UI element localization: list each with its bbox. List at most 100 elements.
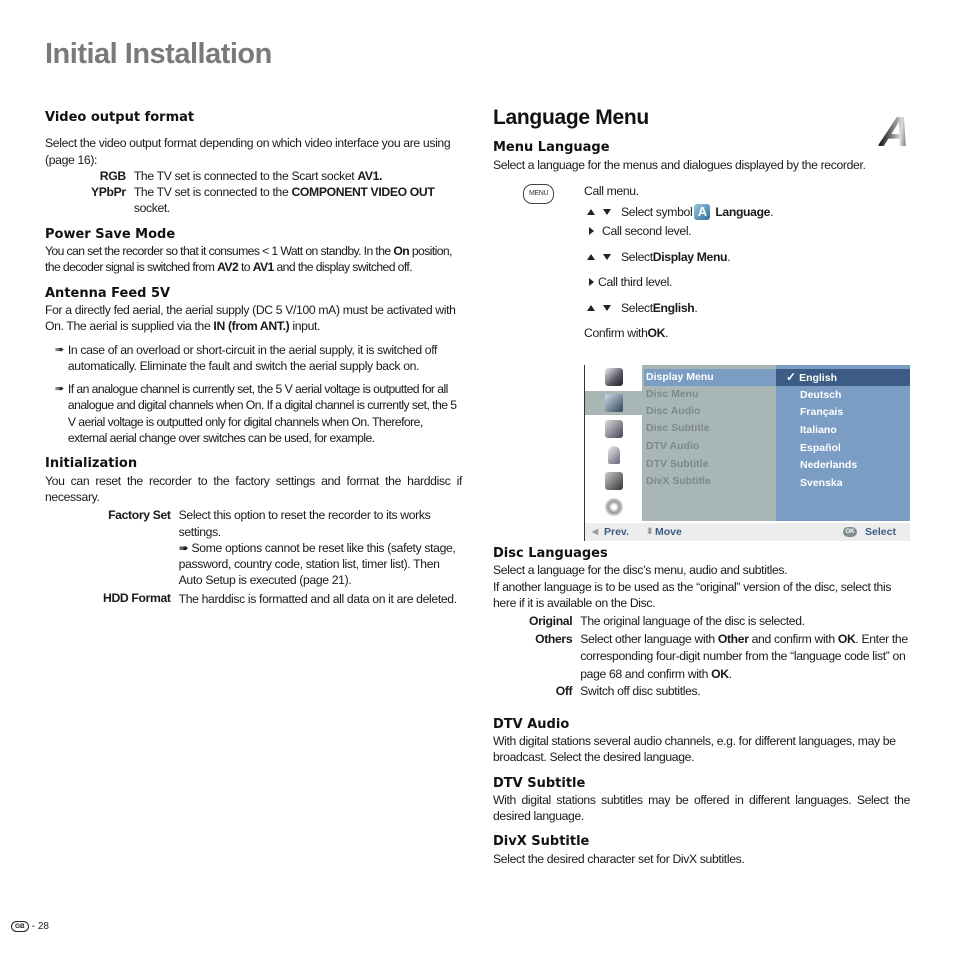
- dtv-audio-section: DTV Audio With digital stations several …: [493, 717, 910, 766]
- page-title: Initial Installation: [45, 38, 272, 70]
- osd-lang-francais[interactable]: Français: [776, 404, 910, 421]
- dtv-audio-text: With digital stations several audio chan…: [493, 733, 896, 765]
- osd-film-icon[interactable]: [585, 469, 642, 493]
- ypbpr-term: YPbPr: [91, 185, 126, 200]
- disc-languages-section: Disc Languages Select a language for the…: [493, 546, 910, 701]
- power-save-heading: Power Save Mode: [45, 226, 176, 242]
- antenna-heading: Antenna Feed 5V: [45, 285, 171, 301]
- country-badge: GB: [11, 921, 29, 932]
- others-desc: Select other language with Other and con…: [580, 631, 908, 681]
- step-call-third-level: Call third level.: [589, 272, 672, 292]
- dtv-subtitle-heading: DTV Subtitle: [493, 775, 586, 791]
- video-output-options: RGB The TV set is connected to the Scart…: [91, 168, 462, 217]
- arrow-down-icon: [603, 208, 611, 215]
- osd-language-menu: Display Menu Disc Menu Disc Audio Disc S…: [584, 365, 910, 541]
- arrow-up-icon: [587, 253, 595, 260]
- arrow-up-icon: [587, 208, 595, 215]
- osd-tv-icon[interactable]: [585, 365, 642, 389]
- arrow-right-icon: [589, 226, 594, 235]
- osd-lang-svenska[interactable]: Svenska: [776, 475, 910, 492]
- osd-disc-icon[interactable]: [585, 495, 642, 519]
- hdd-format-term: HDD Format: [103, 590, 171, 605]
- page-footer: GB - 28: [11, 921, 49, 932]
- step-select-display-menu: Select Display Menu.: [587, 247, 731, 267]
- menu-language-section: Menu Language Select a language for the …: [493, 140, 910, 343]
- dtv-audio-heading: DTV Audio: [493, 716, 570, 732]
- osd-icon-column: [585, 365, 642, 521]
- osd-item-dtv-audio[interactable]: DTV Audio: [644, 438, 778, 455]
- hdd-format-desc: The harddisc is formatted and all data o…: [178, 591, 458, 606]
- menu-language-heading: Menu Language: [493, 140, 610, 156]
- video-output-intro: Select the video output format depending…: [45, 136, 451, 167]
- check-icon: ✓: [786, 370, 797, 384]
- divx-subtitle-heading: DivX Subtitle: [493, 834, 590, 850]
- off-desc: Switch off disc subtitles.: [580, 684, 701, 699]
- off-term: Off: [555, 684, 573, 699]
- divx-subtitle-text: Select the desired character set for Div…: [493, 851, 745, 866]
- osd-prev-label: Prev.: [604, 526, 629, 538]
- original-desc: The original language of the disc is sel…: [580, 614, 805, 629]
- power-save-text: You can set the recorder so that it cons…: [45, 244, 452, 275]
- rgb-desc: The TV set is connected to the Scart soc…: [133, 168, 383, 183]
- arrow-right-icon: [589, 277, 594, 286]
- prev-arrow-icon: ◀: [592, 527, 599, 536]
- factory-set-term: Factory Set: [108, 508, 171, 523]
- power-save-section: Power Save Mode You can set the recorder…: [45, 227, 462, 276]
- dtv-subtitle-text: With digital stations subtitles may be o…: [493, 792, 910, 824]
- osd-lang-deutsch[interactable]: Deutsch: [776, 387, 910, 404]
- video-output-heading: Video output format: [45, 110, 195, 125]
- osd-item-disc-menu[interactable]: Disc Menu: [644, 386, 778, 403]
- arrow-up-icon: [587, 304, 595, 311]
- antenna-note: ➠ If an analogue channel is currently se…: [55, 382, 457, 446]
- menu-language-steps: MENU Call menu. Select symbol A Language…: [493, 181, 910, 343]
- osd-item-divx-subtitle[interactable]: DivX Subtitle: [644, 473, 778, 490]
- antenna-text: For a directly fed aerial, the aerial su…: [45, 302, 456, 334]
- osd-item-disc-subtitle[interactable]: Disc Subtitle: [644, 420, 778, 437]
- rgb-term: RGB: [99, 168, 126, 183]
- antenna-note: ➠ In case of an overload or short-circui…: [55, 342, 438, 373]
- osd-footer: ◀ Prev. ⬍ Move OK Select: [585, 523, 910, 541]
- osd-lang-italiano[interactable]: Italiano: [776, 422, 910, 439]
- disc-languages-heading: Disc Languages: [493, 546, 608, 561]
- ypbpr-desc: The TV set is connected to the COMPONENT…: [133, 185, 435, 216]
- osd-lang-nederlands[interactable]: Nederlands: [776, 457, 910, 474]
- arrow-down-icon: [603, 253, 611, 260]
- osd-move-label: Move: [655, 526, 682, 538]
- left-column: Video output format Select the video out…: [45, 110, 462, 608]
- osd-item-dtv-subtitle[interactable]: DTV Subtitle: [644, 456, 778, 473]
- initialization-section: Initialization You can reset the recorde…: [45, 456, 462, 607]
- right-column-lower: Disc Languages Select a language for the…: [493, 546, 910, 867]
- disc-languages-p2: If another language is to be used as the…: [493, 579, 892, 610]
- language-icon: A: [694, 203, 711, 220]
- step-select-symbol: Select symbol A Language.: [587, 202, 773, 222]
- language-menu-heading: Language Menu: [493, 106, 649, 129]
- video-output-section: Video output format Select the video out…: [45, 110, 462, 217]
- step-select-english: Select English.: [587, 298, 698, 318]
- note-arrow-icon: ➠: [55, 383, 64, 396]
- osd-second-level: Display Menu Disc Menu Disc Audio Disc S…: [642, 365, 778, 521]
- osd-select-label: Select: [865, 526, 896, 538]
- others-term: Others: [535, 631, 573, 646]
- osd-audio-icon[interactable]: [585, 417, 642, 441]
- osd-language-icon[interactable]: [585, 391, 642, 415]
- disc-language-options: Original The original language of the di…: [529, 613, 910, 701]
- osd-item-disc-audio[interactable]: Disc Audio: [644, 403, 778, 420]
- osd-item-display-menu[interactable]: Display Menu: [644, 369, 778, 386]
- note-arrow-icon: ➠: [55, 343, 64, 356]
- osd-lock-icon[interactable]: [585, 443, 642, 467]
- arrow-down-icon: [603, 304, 611, 311]
- original-term: Original: [529, 614, 573, 629]
- ok-button-icon: OK: [843, 527, 857, 537]
- osd-lang-espanol[interactable]: Español: [776, 440, 910, 457]
- osd-language-list: ✓ English Deutsch Français Italiano Españ…: [776, 365, 910, 521]
- antenna-section: Antenna Feed 5V For a directly fed aeria…: [45, 286, 462, 447]
- right-column: Language Menu Menu Language Select a lan…: [493, 106, 910, 343]
- osd-lang-english[interactable]: ✓ English: [776, 369, 910, 386]
- move-arrows-icon: ⬍: [646, 526, 654, 536]
- initialization-options: Factory Set Select this option to reset …: [103, 507, 462, 607]
- divx-subtitle-section: DivX Subtitle Select the desired charact…: [493, 834, 910, 867]
- initialization-heading: Initialization: [45, 456, 138, 472]
- menu-language-intro: Select a language for the menus and dial…: [493, 157, 866, 172]
- menu-key-icon: MENU: [523, 183, 555, 205]
- disc-languages-p1: Select a language for the disc’s menu, a…: [493, 563, 788, 578]
